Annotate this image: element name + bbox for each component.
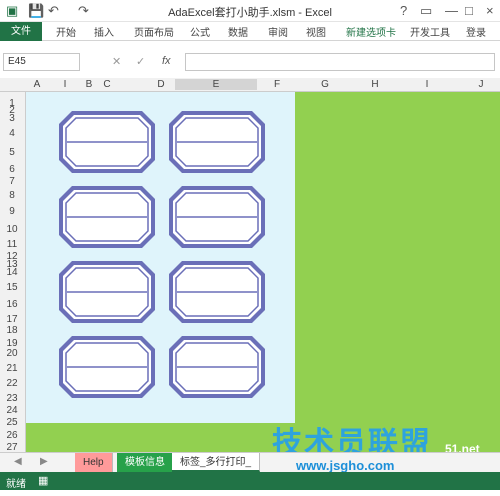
minimize-button[interactable]: — — [445, 3, 458, 18]
tab-review[interactable]: 审阅 — [268, 24, 288, 39]
sheet-tab-bar: ◀ ▶ Help 模板信息 标签_多行打印_ — [0, 452, 500, 472]
tab-formulas[interactable]: 公式 — [190, 24, 210, 39]
row-header-item[interactable]: 8 — [0, 190, 24, 201]
column-header: A I B C D E F G H I J — [0, 78, 500, 92]
col-header-i2[interactable]: I — [420, 79, 434, 90]
tab-file[interactable]: 文件 — [0, 22, 42, 41]
tab-developer[interactable]: 开发工具 — [410, 24, 450, 39]
row-header-item[interactable]: 26 — [0, 430, 24, 441]
col-header-f[interactable]: F — [270, 79, 284, 90]
restore-button[interactable]: □ — [465, 3, 473, 18]
status-bar: 就绪 ▦ — [0, 472, 500, 490]
insert-function-icon[interactable]: fx — [162, 55, 171, 67]
row-header-item[interactable]: 6 — [0, 164, 24, 175]
row-header-item[interactable]: 4 — [0, 128, 24, 139]
watermark-url: www.jsgho.com — [296, 458, 395, 473]
row-header-item[interactable]: 7 — [0, 176, 24, 187]
label-frame[interactable] — [168, 260, 266, 324]
col-header-h[interactable]: H — [368, 79, 382, 90]
formula-input[interactable] — [185, 53, 495, 71]
row-header-item[interactable]: 21 — [0, 363, 24, 374]
label-frame[interactable] — [58, 110, 156, 174]
row-header-item[interactable]: 10 — [0, 224, 24, 235]
enter-icon[interactable]: ✓ — [136, 55, 145, 68]
tab-insert[interactable]: 插入 — [94, 24, 114, 39]
col-header-e[interactable]: E — [175, 79, 257, 90]
title-bar: ▣ 💾 ↶ ↷ AdaExcel套打小助手.xlsm - Excel ? ▭ —… — [0, 0, 500, 22]
ribbon-display-icon[interactable]: ▭ — [420, 3, 432, 19]
cancel-icon[interactable]: ✕ — [112, 55, 121, 68]
name-box[interactable]: E45 — [3, 53, 80, 71]
label-frame[interactable] — [168, 335, 266, 399]
ribbon-tabs: 文件 开始 插入 页面布局 公式 数据 审阅 视图 新建选项卡 开发工具 登录 — [0, 22, 500, 41]
row-header-item[interactable]: 3 — [0, 113, 24, 124]
row-header-item[interactable]: 20 — [0, 348, 24, 359]
label-frame[interactable] — [58, 260, 156, 324]
label-frame[interactable] — [168, 185, 266, 249]
row-header-item[interactable]: 11 — [0, 239, 24, 250]
col-header-c[interactable]: C — [100, 79, 114, 90]
scroll-right-icon[interactable]: ▶ — [40, 456, 48, 467]
sheet-tab-template[interactable]: 模板信息 — [117, 453, 174, 472]
close-button[interactable]: × — [486, 3, 494, 18]
sheet-tab-labels[interactable]: 标签_多行打印_ — [172, 453, 261, 472]
label-frame[interactable] — [58, 185, 156, 249]
col-header-i[interactable]: I — [58, 79, 72, 90]
row-header-item[interactable]: 9 — [0, 206, 24, 217]
tab-new[interactable]: 新建选项卡 — [346, 24, 396, 39]
row-header-item[interactable]: 22 — [0, 378, 24, 389]
row-header-item[interactable]: 18 — [0, 325, 24, 336]
col-header-b[interactable]: B — [82, 79, 96, 90]
tab-data[interactable]: 数据 — [228, 24, 248, 39]
row-header-item[interactable]: 24 — [0, 405, 24, 416]
row-header-item[interactable]: 23 — [0, 393, 24, 404]
row-header-item[interactable]: 16 — [0, 299, 24, 310]
sheet-tab-help[interactable]: Help — [75, 453, 113, 472]
row-header-item[interactable]: 15 — [0, 282, 24, 293]
row-header-item[interactable]: 17 — [0, 314, 24, 325]
col-header-a[interactable]: A — [30, 79, 44, 90]
scroll-left-icon[interactable]: ◀ — [14, 456, 22, 467]
status-ready: 就绪 — [6, 479, 26, 490]
row-header-item[interactable]: 5 — [0, 147, 24, 158]
col-header-g[interactable]: G — [318, 79, 332, 90]
col-header-d[interactable]: D — [154, 79, 168, 90]
help-icon[interactable]: ? — [400, 3, 407, 18]
col-header-j[interactable]: J — [474, 79, 488, 90]
tab-page-layout[interactable]: 页面布局 — [134, 24, 174, 39]
macro-record-icon[interactable]: ▦ — [38, 474, 48, 487]
tab-view[interactable]: 视图 — [306, 24, 326, 39]
row-header-item[interactable]: 14 — [0, 267, 24, 278]
tab-home[interactable]: 开始 — [56, 24, 76, 39]
sign-in-link[interactable]: 登录 — [466, 24, 486, 39]
row-header: 1 2 3 4 5 6 7 8 9 10 11 12 13 14 15 16 1… — [0, 92, 26, 453]
label-frame[interactable] — [168, 110, 266, 174]
formula-bar: E45 ✕ ✓ fx — [0, 51, 500, 73]
row-header-item[interactable]: 25 — [0, 417, 24, 428]
label-frame[interactable] — [58, 335, 156, 399]
